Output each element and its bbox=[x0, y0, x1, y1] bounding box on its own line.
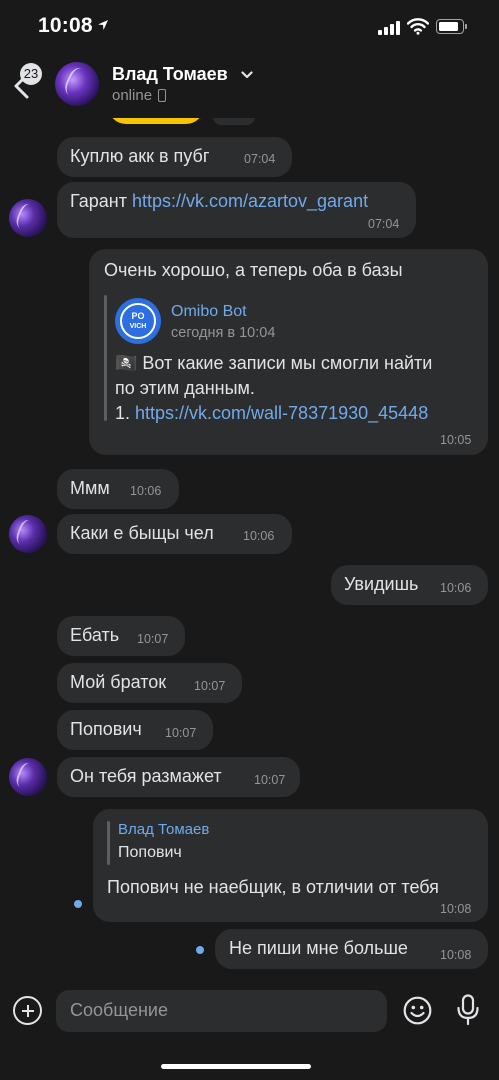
mobile-phone-icon bbox=[158, 89, 166, 102]
message-time: 10:06 bbox=[130, 484, 162, 498]
location-arrow-icon bbox=[98, 20, 108, 30]
message-text: Гарант https://vk.com/azartov_garant bbox=[70, 191, 369, 211]
message-bubble-outgoing[interactable]: Не пиши мне больше 10:08 bbox=[215, 929, 488, 969]
message-text: Не пиши мне больше bbox=[229, 938, 408, 958]
message-time: 10:06 bbox=[243, 529, 275, 543]
chat-avatar[interactable] bbox=[55, 62, 99, 106]
message-link[interactable]: https://vk.com/azartov_garant bbox=[132, 191, 368, 211]
message-bubble-incoming[interactable]: Ебать 10:07 bbox=[57, 616, 185, 656]
sender-avatar[interactable] bbox=[9, 199, 47, 237]
message-time: 10:05 bbox=[440, 433, 472, 447]
message-link[interactable]: https://vk.com/wall-78371930_45448 bbox=[135, 403, 428, 423]
message-text: Ммм bbox=[70, 478, 110, 498]
sender-avatar[interactable] bbox=[9, 515, 47, 553]
message-bubble-incoming[interactable]: Ммм 10:06 bbox=[57, 469, 179, 509]
message-bubble-incoming[interactable]: Он тебя размажет 10:07 bbox=[57, 757, 300, 797]
message-text: Куплю акк в пубг bbox=[70, 146, 210, 166]
chevron-down-icon[interactable] bbox=[241, 70, 253, 80]
message-time: 10:06 bbox=[440, 581, 472, 595]
forward-bar bbox=[104, 295, 107, 421]
message-text: Попович bbox=[70, 719, 142, 739]
chat-status: online bbox=[112, 87, 153, 104]
message-bubble-incoming[interactable]: Каки е быщы чел 10:06 bbox=[57, 514, 292, 554]
message-input-placeholder[interactable]: Сообщение bbox=[70, 1000, 168, 1021]
message-text: Мой браток bbox=[70, 672, 167, 692]
cellular-signal-icon bbox=[378, 21, 400, 35]
sender-avatar[interactable] bbox=[9, 758, 47, 796]
unread-indicator bbox=[196, 946, 204, 954]
message-time: 10:07 bbox=[137, 632, 169, 646]
message-bubble-outgoing[interactable]: Очень хорошо, а теперь оба в базы PO VIC… bbox=[89, 249, 488, 455]
forward-date: сегодня в 10:04 bbox=[171, 325, 276, 341]
message-time: 10:08 bbox=[440, 948, 472, 962]
forward-author[interactable]: Omibo Bot bbox=[171, 303, 247, 321]
microphone-icon[interactable] bbox=[455, 994, 481, 1026]
message-time: 10:07 bbox=[165, 726, 197, 740]
message-bubble-incoming[interactable]: Попович 10:07 bbox=[57, 710, 213, 750]
message-text: Увидишь bbox=[344, 574, 419, 594]
wifi-icon bbox=[407, 18, 429, 35]
message-text: Очень хорошо, а теперь оба в базы bbox=[104, 260, 403, 280]
message-time: 07:04 bbox=[368, 217, 400, 231]
status-time: 10:08 bbox=[38, 14, 93, 37]
unread-count-badge[interactable]: 23 bbox=[20, 63, 42, 85]
forward-text-line: по этим данным. bbox=[115, 378, 255, 398]
bot-avatar[interactable]: PO VICH bbox=[115, 298, 161, 344]
message-bubble-incoming[interactable]: Куплю акк в пубг 07:04 bbox=[57, 137, 292, 177]
message-text: Попович не наебщик, в отличии от тебя bbox=[107, 877, 439, 897]
message-bubble-incoming[interactable]: Гарант https://vk.com/azartov_garant 07:… bbox=[57, 182, 416, 238]
message-text: Каки е быщы чел bbox=[70, 523, 214, 543]
forward-text-line: 1. https://vk.com/wall-78371930_45448 bbox=[115, 403, 429, 423]
attach-plus-icon[interactable] bbox=[13, 996, 42, 1025]
home-indicator bbox=[161, 1064, 311, 1069]
reply-author[interactable]: Влад Томаев bbox=[118, 821, 209, 838]
message-time: 10:08 bbox=[440, 902, 472, 916]
reply-text: Попович bbox=[118, 844, 182, 861]
message-text: Ебать bbox=[70, 625, 120, 645]
unread-indicator bbox=[74, 900, 82, 908]
reply-bar bbox=[107, 821, 110, 865]
message-time: 07:04 bbox=[244, 152, 276, 166]
message-time: 10:07 bbox=[194, 679, 226, 693]
emoji-icon[interactable] bbox=[403, 996, 432, 1025]
message-bubble-outgoing[interactable]: Влад Томаев Попович Попович не наебщик, … bbox=[93, 809, 488, 922]
message-bubble-incoming[interactable]: Мой браток 10:07 bbox=[57, 663, 242, 703]
forward-text-line: 🏴‍☠️ Вот какие записи мы смогли найти bbox=[115, 353, 433, 373]
message-text: Он тебя размажет bbox=[70, 766, 222, 786]
message-bubble-outgoing[interactable]: Увидишь 10:06 bbox=[331, 565, 488, 605]
chat-title[interactable]: Влад Томаев bbox=[112, 64, 228, 85]
message-time: 10:07 bbox=[254, 773, 286, 787]
battery-icon bbox=[436, 19, 467, 34]
